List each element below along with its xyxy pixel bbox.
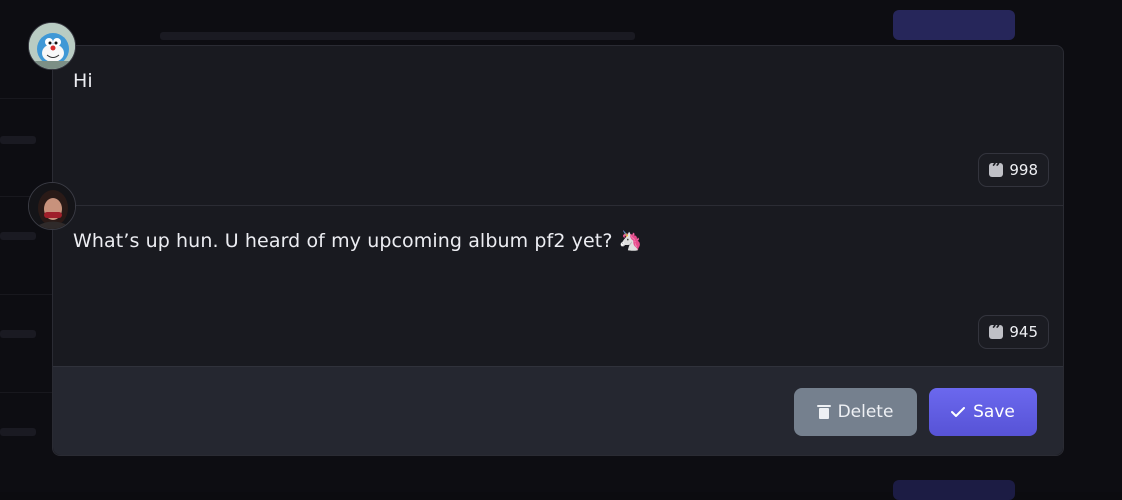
- save-button-label: Save: [973, 402, 1015, 422]
- message-item[interactable]: Hi 998: [53, 46, 1063, 206]
- message-text[interactable]: What’s up hun. U heard of my upcoming al…: [73, 229, 642, 253]
- delete-button-label: Delete: [837, 402, 894, 422]
- trash-icon: [816, 405, 831, 419]
- background-text: [0, 330, 36, 338]
- background-divider: [0, 294, 52, 295]
- message-count-badge: 945: [978, 315, 1049, 349]
- message-item[interactable]: What’s up hun. U heard of my upcoming al…: [53, 206, 1063, 366]
- message-count: 945: [1009, 323, 1038, 341]
- background-divider: [0, 392, 52, 393]
- quote-icon: [989, 320, 1004, 339]
- background-text: [0, 232, 36, 240]
- woman-avatar-image: [29, 183, 75, 229]
- quote-icon: [989, 158, 1004, 177]
- save-button[interactable]: Save: [929, 388, 1037, 436]
- background-divider: [0, 98, 52, 99]
- message-edit-modal: Hi 998 What’s up hun. U heard of my upco…: [52, 45, 1064, 456]
- doraemon-avatar[interactable]: [28, 22, 76, 70]
- background-text: [160, 32, 635, 40]
- background-text: [0, 428, 36, 436]
- woman-avatar[interactable]: [28, 182, 76, 230]
- message-count: 998: [1009, 161, 1038, 179]
- doraemon-avatar-image: [29, 23, 75, 69]
- background-text: [0, 136, 36, 144]
- background-button: [893, 480, 1015, 500]
- delete-button[interactable]: Delete: [794, 388, 917, 436]
- check-icon: [951, 407, 966, 417]
- modal-footer: Delete Save: [53, 366, 1063, 455]
- message-count-badge: 998: [978, 153, 1049, 187]
- message-text[interactable]: Hi: [73, 69, 93, 93]
- background-button: [893, 10, 1015, 40]
